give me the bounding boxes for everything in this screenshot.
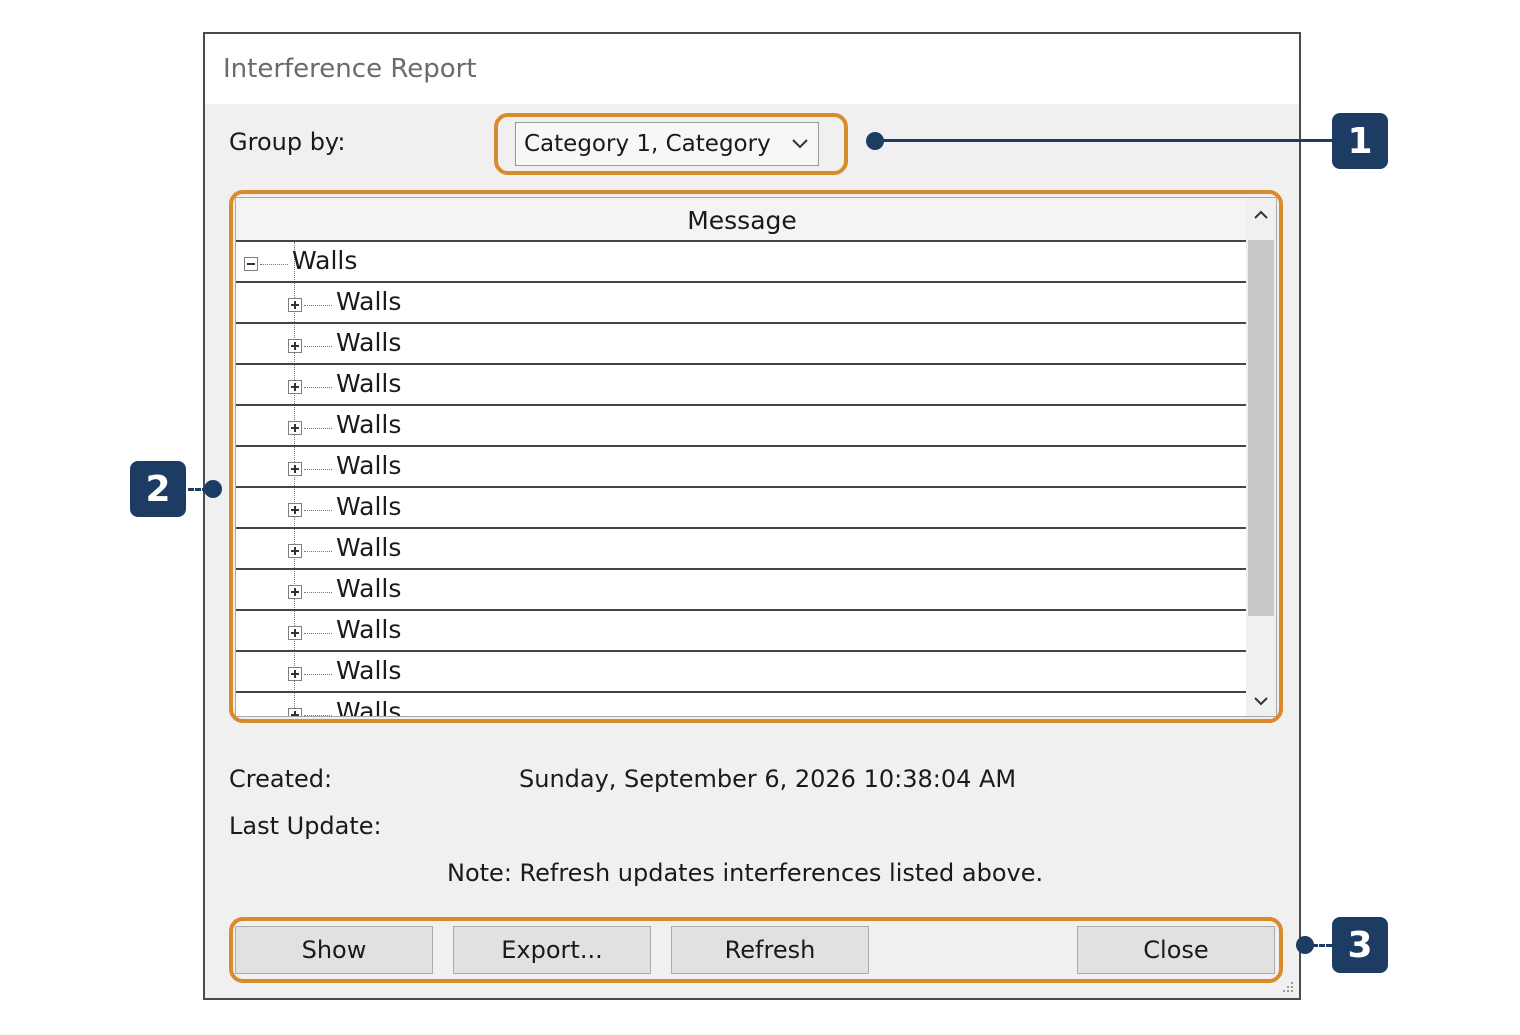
callout-dot-2 — [204, 480, 222, 498]
callout-box-group-by — [494, 113, 848, 175]
last-update-label: Last Update: — [229, 812, 382, 840]
callout-box-buttons — [229, 917, 1283, 983]
resize-grip-icon[interactable] — [1279, 978, 1295, 994]
callout-line-1 — [880, 139, 1332, 142]
title-bar: Interference Report — [205, 34, 1299, 104]
callout-badge-2: 2 — [130, 461, 186, 517]
created-value: Sunday, September 6, 2026 10:38:04 AM — [519, 765, 1017, 793]
group-by-label: Group by: — [229, 128, 346, 156]
callout-box-tree — [229, 190, 1283, 723]
callout-line-3 — [1312, 944, 1332, 947]
callout-badge-1: 1 — [1332, 113, 1388, 169]
dialog-title: Interference Report — [223, 54, 477, 84]
refresh-note: Note: Refresh updates interferences list… — [447, 859, 1044, 887]
created-label: Created: — [229, 765, 333, 793]
callout-badge-3: 3 — [1332, 917, 1388, 973]
